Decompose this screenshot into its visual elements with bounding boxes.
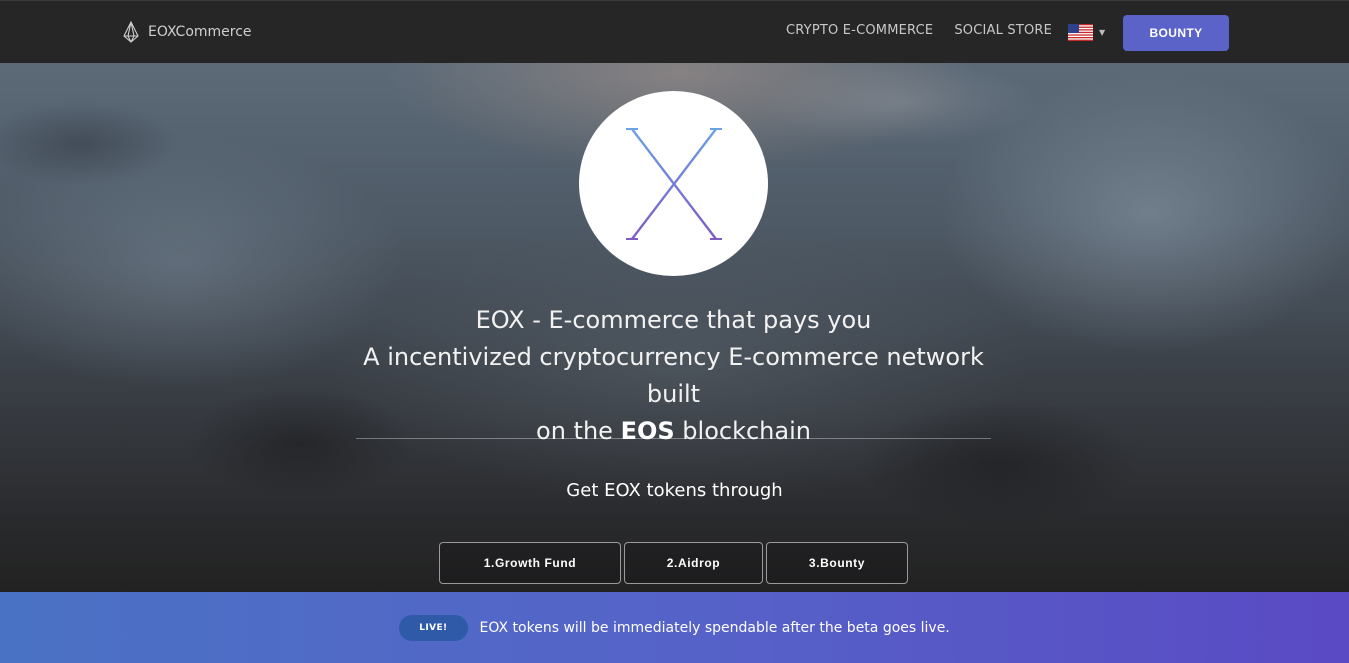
growth-fund-button[interactable]: 1.Growth Fund [439,542,621,584]
language-selector[interactable]: ▼ [1068,24,1105,41]
live-banner: LIVE! EOX tokens will be immediately spe… [0,592,1349,663]
chevron-down-icon: ▼ [1099,28,1106,37]
tokens-subheading: Get EOX tokens through [566,480,783,501]
nav-social-store[interactable]: SOCIAL STORE [954,23,1052,38]
banner-text: EOX tokens will be immediately spendable… [479,619,950,636]
live-badge: LIVE! [399,614,468,641]
headline-line-3: on the EOS blockchain [340,413,1007,450]
eos-highlight: EOS [620,417,675,445]
bounty-button[interactable]: BOUNTY [1123,15,1229,51]
headline-line-1: EOX - E-commerce that pays you [475,306,872,334]
token-methods: 1.Growth Fund 2.Aidrop 3.Bounty [439,542,908,584]
us-flag-icon [1068,24,1093,41]
brand-logo-link[interactable]: EOXCommerce [122,21,252,43]
eox-x-logo-icon [625,127,722,240]
airdrop-button[interactable]: 2.Aidrop [624,542,763,584]
brand-name: EOXCommerce [148,24,252,40]
headline-line-3-prefix: on the [536,417,621,445]
main-nav: CRYPTO E-COMMERCE SOCIAL STORE [786,23,1052,38]
top-navbar: EOXCommerce CRYPTO E-COMMERCE SOCIAL STO… [0,0,1349,63]
headline-line-3-suffix: blockchain [674,417,811,445]
headline-line-2: A incentivized cryptocurrency E-commerce… [363,343,984,408]
nav-crypto-ecommerce[interactable]: CRYPTO E-COMMERCE [786,23,933,38]
hero-section: EOX - E-commerce that pays you A incenti… [0,63,1349,592]
hero-divider [356,438,991,439]
bounty-step-button[interactable]: 3.Bounty [766,542,908,584]
eox-logo-circle [579,91,768,276]
hero-headline: EOX - E-commerce that pays you A incenti… [340,302,1007,450]
eos-logo-icon [123,21,139,43]
